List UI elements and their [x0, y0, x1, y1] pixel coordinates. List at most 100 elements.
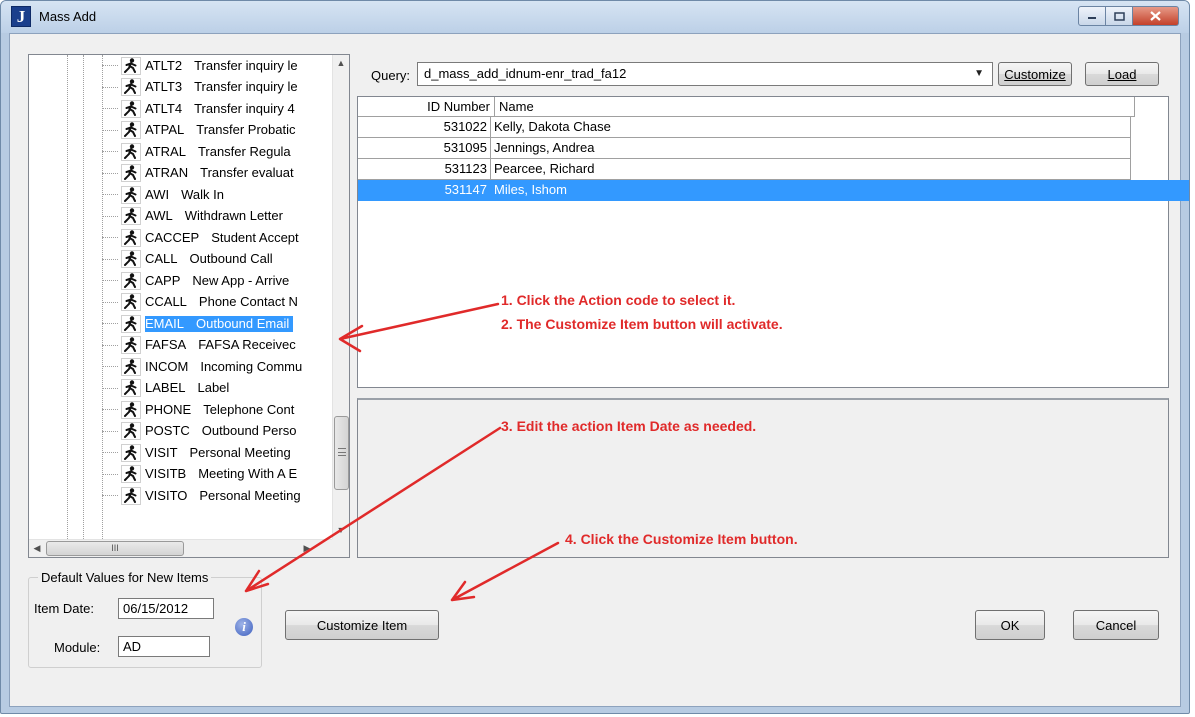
tree-branch-line — [102, 473, 118, 475]
cell-name: Kelly, Dakota Chase — [491, 117, 1131, 138]
running-person-icon — [121, 422, 141, 441]
customize-item-button[interactable]: Customize Item — [285, 610, 439, 640]
close-icon — [1150, 11, 1161, 21]
scroll-right-icon[interactable]: ▶ — [299, 540, 315, 557]
tree-branch-line — [102, 215, 118, 217]
action-code-tree[interactable]: ATLT2 Transfer inquiry le ATLT3 Transfer in… — [28, 54, 350, 558]
action-code: LABEL — [145, 380, 186, 396]
tree-item[interactable]: AWI Walk In — [29, 184, 334, 206]
tree-item[interactable]: ATLT2 Transfer inquiry le — [29, 55, 334, 77]
running-person-icon — [121, 486, 141, 505]
item-date-field[interactable]: 06/15/2012 — [118, 598, 214, 619]
load-button[interactable]: Load — [1085, 62, 1159, 86]
title-bar[interactable]: J Mass Add — [1, 1, 1189, 33]
tree-horizontal-scrollbar[interactable]: ◀ III ▶ — [29, 539, 334, 557]
table-row[interactable]: 531095 Jennings, Andrea — [358, 138, 1131, 159]
tree-item[interactable]: ATLT3 Transfer inquiry le — [29, 77, 334, 99]
table-row[interactable]: 531022 Kelly, Dakota Chase — [358, 117, 1131, 138]
action-description: Withdrawn Letter — [184, 208, 283, 224]
tree-item-selected[interactable]: EMAIL Outbound Email — [29, 313, 334, 335]
query-dropdown[interactable]: d_mass_add_idnum-enr_trad_fa12 ▼ — [417, 62, 993, 86]
scroll-up-icon[interactable]: ▲ — [333, 55, 349, 72]
action-description: Student Accept — [211, 229, 299, 245]
window-title: Mass Add — [39, 9, 97, 24]
action-code-list: ATLT2 Transfer inquiry le ATLT3 Transfer in… — [29, 55, 334, 539]
tree-branch-line — [102, 237, 118, 238]
tree-hscroll-thumb[interactable]: III — [46, 541, 184, 556]
cell-id: 531147 — [358, 180, 491, 201]
tree-scroll-thumb[interactable] — [334, 416, 349, 490]
action-description: Transfer evaluat — [200, 165, 294, 181]
window-controls — [1078, 6, 1179, 26]
table-row[interactable]: 531123 Pearcee, Richard — [358, 159, 1131, 180]
action-code: ATLT4 — [145, 100, 183, 116]
action-description: Phone Contact N — [198, 294, 298, 310]
tree-item[interactable]: PHONE Telephone Cont — [29, 399, 334, 421]
tree-branch-line — [102, 409, 118, 410]
annotation-step-1: 1. Click the Action code to select it. — [501, 292, 736, 308]
grid-header: ID Number Name — [358, 97, 1135, 117]
scroll-left-icon[interactable]: ◀ — [29, 540, 45, 557]
tree-branch-line — [102, 172, 118, 174]
action-code: ATRAN — [145, 165, 189, 181]
column-header-name[interactable]: Name — [495, 97, 1135, 117]
tree-branch-line — [102, 129, 118, 131]
tree-item[interactable]: VISIT Personal Meeting — [29, 442, 334, 464]
tree-item[interactable]: INCOM Incoming Commu — [29, 356, 334, 378]
action-code: CACCEP — [145, 229, 200, 245]
action-code: ATLT3 — [145, 79, 183, 95]
default-values-legend: Default Values for New Items — [38, 570, 212, 585]
cell-id: 531022 — [358, 117, 491, 138]
load-button-label: Load — [1107, 66, 1137, 82]
tree-item[interactable]: AWL Withdrawn Letter — [29, 206, 334, 228]
column-header-id[interactable]: ID Number — [358, 97, 495, 117]
tree-item[interactable]: VISITO Personal Meeting — [29, 485, 334, 507]
tree-item[interactable]: ATRAL Transfer Regula — [29, 141, 334, 163]
running-person-icon — [121, 207, 141, 226]
action-description: Transfer inquiry 4 — [194, 100, 295, 116]
tree-item[interactable]: POSTC Outbound Perso — [29, 421, 334, 443]
customize-button-label: Customize — [1004, 66, 1066, 82]
results-grid[interactable]: ID Number Name 531022 Kelly, Dakota Chas… — [357, 96, 1189, 388]
action-description: Outbound Email — [196, 315, 294, 332]
table-row-selected[interactable]: 531147 Miles, Ishom — [358, 180, 1189, 201]
tree-branch-line — [102, 495, 118, 496]
action-code: ATLT2 — [145, 57, 183, 73]
module-field[interactable]: AD — [118, 636, 210, 657]
customize-button[interactable]: Customize — [998, 62, 1072, 86]
tree-item[interactable]: CALL Outbound Call — [29, 249, 334, 271]
running-person-icon — [121, 99, 141, 118]
tree-item[interactable]: ATRAN Transfer evaluat — [29, 163, 334, 185]
maximize-button[interactable] — [1106, 6, 1133, 26]
ok-button[interactable]: OK — [975, 610, 1045, 640]
cell-id: 531095 — [358, 138, 491, 159]
cell-id: 531123 — [358, 159, 491, 180]
running-person-icon — [121, 164, 141, 183]
action-code: INCOM — [145, 358, 189, 374]
action-code: VISIT — [145, 444, 178, 460]
tree-item[interactable]: ATLT4 Transfer inquiry 4 — [29, 98, 334, 120]
close-button[interactable] — [1133, 6, 1179, 26]
minimize-button[interactable] — [1078, 6, 1106, 26]
tree-vertical-scrollbar[interactable]: ▲ ▼ — [332, 55, 349, 539]
action-description: Transfer inquiry le — [194, 57, 298, 73]
tree-item[interactable]: FAFSA FAFSA Receivec — [29, 335, 334, 357]
action-description: Outbound Perso — [201, 423, 297, 439]
info-icon[interactable]: i — [235, 618, 253, 636]
maximize-icon — [1113, 11, 1125, 21]
tree-branch-line — [102, 344, 118, 346]
scroll-down-icon[interactable]: ▼ — [333, 522, 349, 539]
tree-item[interactable]: LABEL Label — [29, 378, 334, 400]
action-description: Walk In — [181, 186, 224, 202]
tree-item[interactable]: VISITB Meeting With A E — [29, 464, 334, 486]
running-person-icon — [121, 228, 141, 247]
tree-branch-line — [102, 452, 118, 453]
tree-item[interactable]: CAPP New App - Arrive — [29, 270, 334, 292]
tree-item[interactable]: CCALL Phone Contact N — [29, 292, 334, 314]
tree-branch-line — [102, 387, 118, 389]
cancel-button[interactable]: Cancel — [1073, 610, 1159, 640]
tree-item[interactable]: ATPAL Transfer Probatic — [29, 120, 334, 142]
query-label: Query: — [371, 68, 411, 83]
tree-item[interactable]: CACCEP Student Accept — [29, 227, 334, 249]
dropdown-arrow-icon[interactable]: ▼ — [974, 65, 984, 83]
